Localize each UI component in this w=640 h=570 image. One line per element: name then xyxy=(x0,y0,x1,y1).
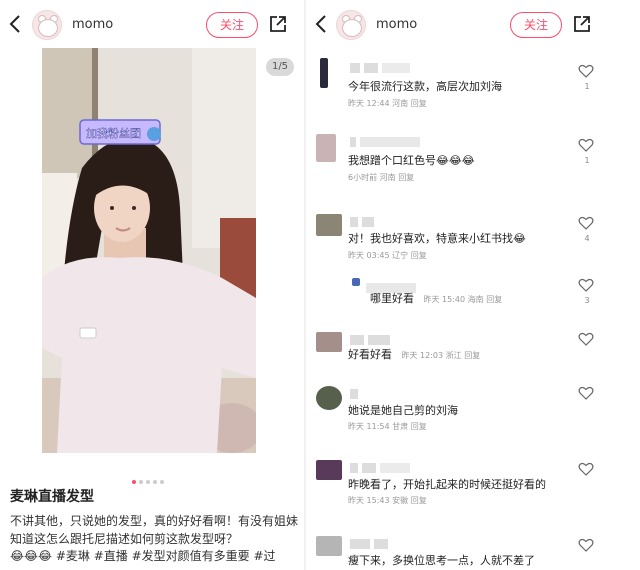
comment-meta: 6小时前 河南 回复 xyxy=(348,173,415,182)
reply-link[interactable]: 回复 xyxy=(486,295,502,304)
avatar[interactable] xyxy=(316,214,342,236)
username[interactable]: momo xyxy=(376,17,417,32)
heart-icon[interactable] xyxy=(578,538,594,552)
comment-meta: 昨天 12:44 河南 回复 xyxy=(348,99,427,108)
photo-illustration: 加我粉丝团 xyxy=(42,48,256,453)
share-icon[interactable] xyxy=(572,14,592,34)
avatar[interactable] xyxy=(352,278,360,286)
heart-icon[interactable] xyxy=(578,64,594,78)
heart-icon[interactable] xyxy=(578,332,594,346)
reply-link[interactable]: 回复 xyxy=(411,251,427,260)
blurred-username[interactable] xyxy=(350,330,394,345)
avatar[interactable] xyxy=(32,10,62,40)
follow-button[interactable]: 关注 xyxy=(510,12,562,38)
avatar[interactable] xyxy=(316,536,342,556)
like-count: 1 xyxy=(584,156,590,165)
heart-icon[interactable] xyxy=(578,138,594,152)
page-indicator: 1/5 xyxy=(266,58,294,76)
comment-text: 今年很流行这款，高层次加刘海 xyxy=(348,80,502,93)
comment-meta: 昨天 15:43 安徽 回复 xyxy=(348,496,427,505)
blurred-username[interactable] xyxy=(350,384,362,399)
comment-text: 哪里好看 昨天 15:40 海南 回复 xyxy=(370,292,503,305)
reply-link[interactable]: 回复 xyxy=(398,173,414,182)
heart-icon[interactable] xyxy=(578,278,594,292)
blurred-username[interactable] xyxy=(350,58,414,73)
avatar[interactable] xyxy=(316,332,342,352)
comment-meta: 昨天 03:45 辽宁 回复 xyxy=(348,251,427,260)
comment-text: 瘦下来，多换位思考一点，人就不差了 xyxy=(348,554,535,567)
avatar[interactable] xyxy=(316,134,336,162)
follow-button[interactable]: 关注 xyxy=(206,12,258,38)
comment-text: 对！我也好喜欢，特意来小红书找😂 xyxy=(348,232,526,245)
post-title: 麦琳直播发型 xyxy=(10,489,94,505)
reply-link[interactable]: 回复 xyxy=(411,422,427,431)
blurred-username[interactable] xyxy=(366,278,420,293)
comment-meta: 昨天 11:54 甘肃 回复 xyxy=(348,422,427,431)
back-icon[interactable] xyxy=(314,13,328,35)
heart-icon[interactable] xyxy=(578,216,594,230)
username[interactable]: momo xyxy=(72,17,113,32)
heart-icon[interactable] xyxy=(578,386,594,400)
comment-text: 好看好看 昨天 12:03 浙江 回复 xyxy=(348,348,481,361)
carousel-dots[interactable] xyxy=(132,469,167,484)
post-detail-panel: momo 关注 加我粉丝团 1/5 麦琳直播发型 不讲其他，只说她的发型，真的好… xyxy=(0,0,306,570)
blurred-username[interactable] xyxy=(350,212,378,227)
svg-text:加我粉丝团: 加我粉丝团 xyxy=(86,127,141,140)
avatar[interactable] xyxy=(316,386,342,410)
like-count: 3 xyxy=(584,296,590,305)
post-body: 不讲其他，只说她的发型，真的好好看啊！有没有姐妹知道这怎么跟托尼描述如何剪这款发… xyxy=(10,514,299,546)
post-tags[interactable]: 😂😂😂 #麦琳 #直播 #发型对颜值有多重要 #过 xyxy=(10,547,306,565)
comment-text: 我想蹭个口红色号😂😂😂 xyxy=(348,154,475,167)
top-bar: momo 关注 xyxy=(306,0,640,50)
post-photo[interactable]: 加我粉丝团 xyxy=(42,48,256,453)
like-count: 4 xyxy=(584,234,590,243)
reply-link[interactable]: 回复 xyxy=(464,351,480,360)
top-bar: momo 关注 xyxy=(0,0,306,50)
avatar[interactable] xyxy=(320,58,328,88)
blurred-username[interactable] xyxy=(350,458,414,473)
blurred-username[interactable] xyxy=(350,132,424,147)
like-count: 1 xyxy=(584,82,590,91)
heart-icon[interactable] xyxy=(578,462,594,476)
share-icon[interactable] xyxy=(268,14,288,34)
reply-link[interactable]: 回复 xyxy=(411,99,427,108)
blurred-username[interactable] xyxy=(350,534,392,549)
comment-text: 她说是她自己剪的刘海 xyxy=(348,404,458,417)
avatar[interactable] xyxy=(336,10,366,40)
comment-text: 昨晚看了，开始扎起来的时候还挺好看的 xyxy=(348,478,546,491)
back-icon[interactable] xyxy=(8,13,22,35)
avatar[interactable] xyxy=(316,460,342,480)
reply-link[interactable]: 回复 xyxy=(411,496,427,505)
live-sticker: 加我粉丝团 xyxy=(79,119,161,145)
comments-panel: momo 关注 今年很流行这款，高层次加刘海 昨天 12:44 河南 回复 1 … xyxy=(306,0,640,570)
